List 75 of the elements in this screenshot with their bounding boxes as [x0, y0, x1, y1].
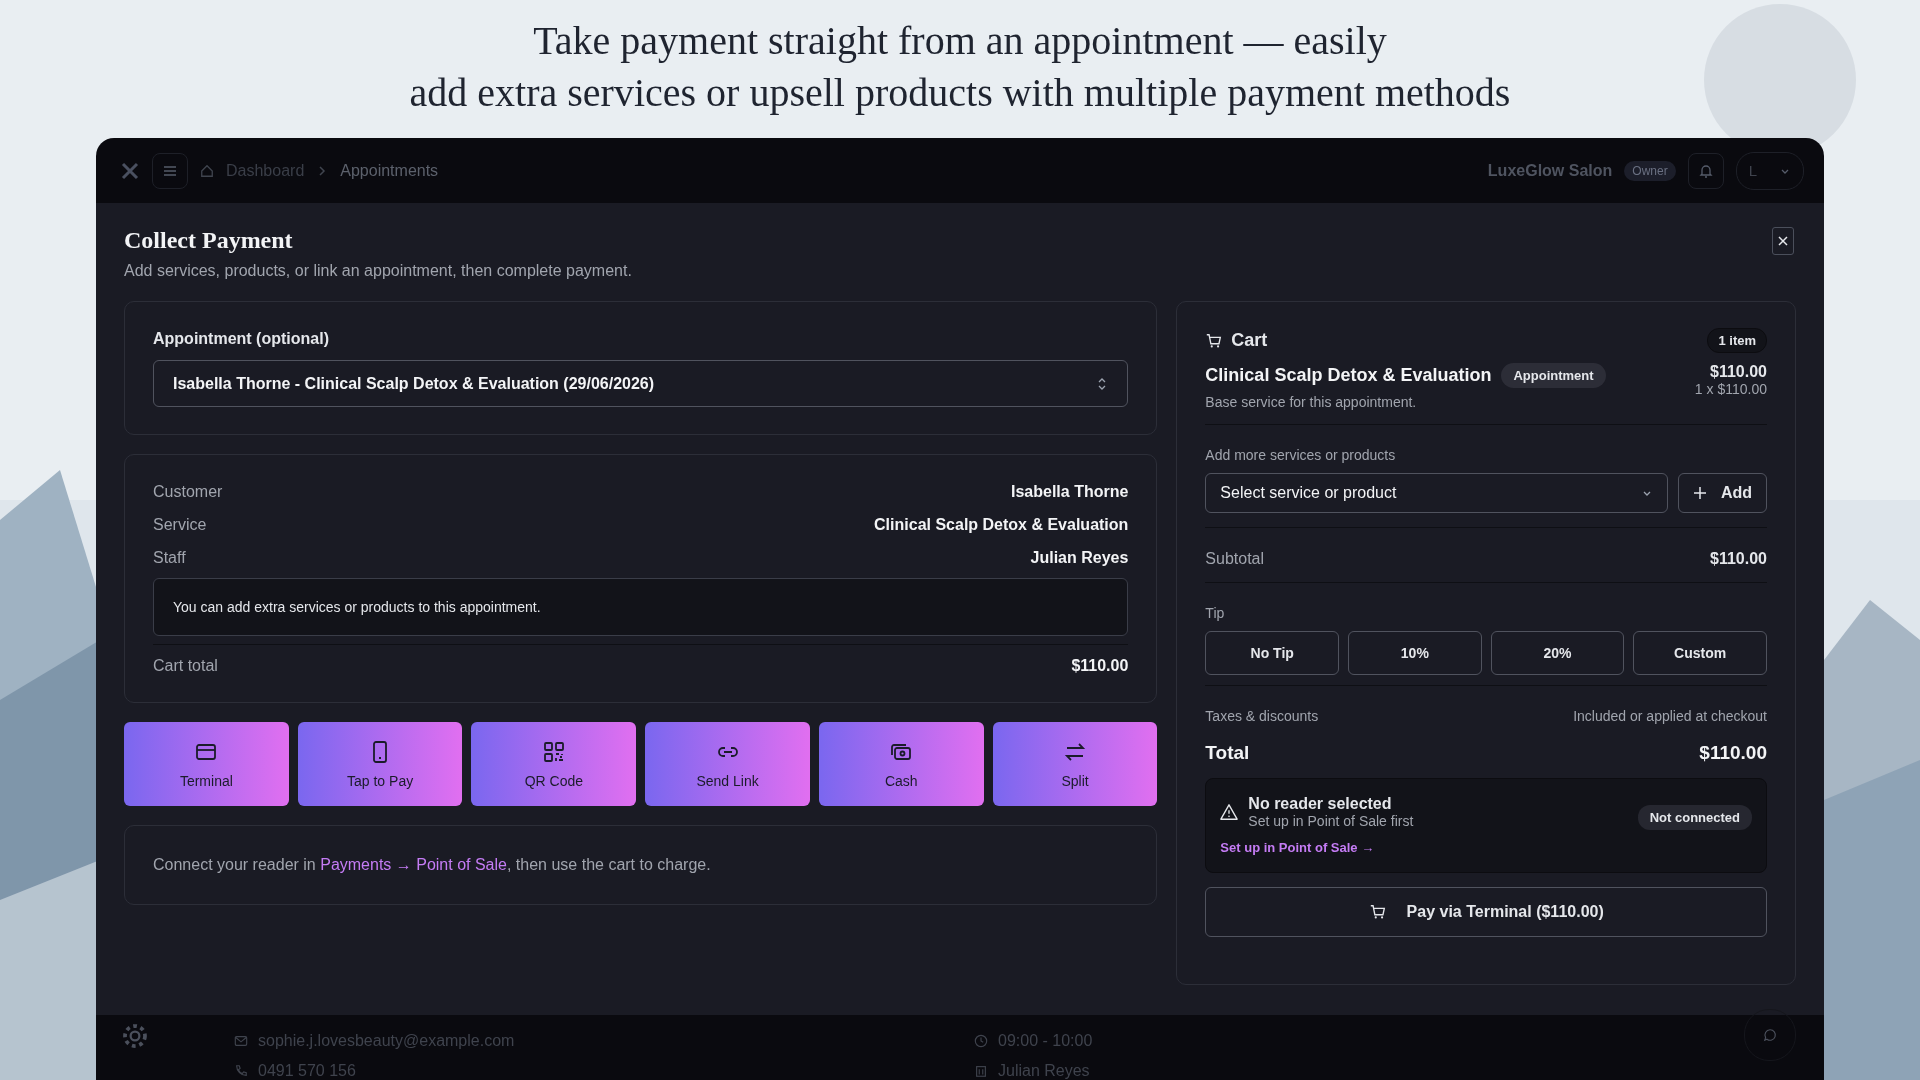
payment-method-button[interactable]: Terminal	[124, 722, 289, 806]
info-note: You can add extra services or products to this appointment.	[153, 578, 1129, 636]
menu-button[interactable]	[152, 152, 188, 189]
item-quantity: 1 x $110.00	[1694, 381, 1767, 397]
detail-value: Clinical Scalp Detox & Evaluation	[874, 515, 1129, 534]
headline: add extra services or upsell products with multiple payment methods	[409, 69, 1511, 117]
field-label: Appointment (optional)	[153, 330, 330, 348]
payment-method-button[interactable]: Cash	[818, 722, 984, 806]
notifications-button[interactable]	[1687, 152, 1724, 189]
service-select[interactable]: Select service or product	[1205, 473, 1668, 513]
item-name: Clinical Scalp Detox & Evaluation	[1205, 365, 1492, 386]
item-price: $110.00	[1709, 363, 1767, 381]
hint-text: Connect your reader in Payments → Point of Sale, then use the cart to charge.	[153, 856, 711, 874]
clock-icon	[974, 1034, 988, 1048]
mail-icon	[234, 1034, 248, 1048]
qr-code-icon	[541, 739, 566, 764]
tip-option-button[interactable]: 20%	[1490, 631, 1625, 675]
detail-value: Isabella Thorne	[1011, 482, 1129, 501]
appointment-select[interactable]: Isabella Thorne - Clinical Scalp Detox & Evaluation (29/06/2026)	[153, 360, 1129, 407]
subtotal-label: Subtotal	[1205, 550, 1265, 568]
taxes-value: Included or applied at checkout	[1573, 708, 1767, 724]
cart-icon	[1368, 903, 1387, 921]
item-note: Base service for this appointment.	[1205, 394, 1418, 410]
customer-phone: 0491 570 156	[258, 1062, 356, 1080]
dialog-subtitle: Add services, products, or link an appointment, then complete payment.	[124, 262, 632, 280]
x-logo-icon	[120, 160, 140, 181]
pay-button[interactable]: Pay via Terminal ($110.00)	[1205, 887, 1767, 937]
add-label: Add more services or products	[1205, 447, 1397, 463]
dialog-title: Collect Payment	[124, 227, 294, 254]
tip-label: Tip	[1205, 605, 1226, 621]
subtotal-value: $110.00	[1710, 550, 1767, 568]
cart-icon	[1205, 331, 1224, 350]
role-badge: Owner	[1624, 160, 1676, 181]
staff-name: Julian Reyes	[998, 1062, 1090, 1080]
headline: Take payment straight from an appointment — easily	[533, 17, 1387, 65]
home-icon	[200, 163, 214, 178]
breadcrumb-current[interactable]: Appointments	[340, 161, 439, 180]
building-icon	[974, 1064, 988, 1078]
cart-total-label: Cart total	[153, 656, 218, 675]
gear-icon	[120, 1021, 150, 1051]
connection-status-badge: Not connected	[1637, 805, 1752, 830]
customer-email: sophie.j.lovesbeauty@example.com	[258, 1032, 515, 1050]
detail-label: Service	[153, 515, 207, 534]
cart-total-value: $110.00	[1071, 656, 1129, 675]
payment-method-button[interactable]: Tap to Pay	[297, 722, 463, 806]
reader-title: No reader selected	[1248, 795, 1393, 813]
setup-link[interactable]: Set up in Point of Sale →	[1220, 840, 1375, 855]
reader-subtitle: Set up in Point of Sale first	[1248, 813, 1414, 829]
phone-icon	[234, 1064, 248, 1078]
appointment-time: 09:00 - 10:00	[998, 1032, 1093, 1050]
chat-icon	[1763, 1028, 1777, 1042]
tip-option-button[interactable]: No Tip	[1205, 631, 1339, 675]
taxes-label: Taxes & discounts	[1205, 708, 1319, 724]
payment-method-button[interactable]: Send Link	[645, 722, 810, 806]
chat-button[interactable]	[1744, 1009, 1796, 1061]
plus-icon	[1692, 486, 1707, 500]
payment-method-button[interactable]: QR Code	[471, 722, 637, 806]
detail-label: Customer	[153, 482, 223, 501]
detail-value: Julian Reyes	[1030, 548, 1129, 567]
close-icon	[1777, 235, 1789, 247]
total-value: $110.00	[1699, 742, 1767, 764]
bell-icon	[1697, 162, 1714, 179]
close-button[interactable]	[1772, 227, 1794, 255]
payment-method-button[interactable]: Split	[992, 722, 1158, 806]
item-count-badge: 1 item	[1707, 328, 1767, 353]
payments-link[interactable]: Payments → Point of Sale	[320, 856, 507, 873]
total-label: Total	[1205, 742, 1250, 764]
warning-icon	[1220, 803, 1239, 821]
tip-option-button[interactable]: Custom	[1633, 631, 1767, 675]
add-button[interactable]: Add	[1677, 473, 1767, 513]
cart-title: Cart	[1231, 330, 1268, 351]
detail-label: Staff	[153, 548, 186, 567]
tip-option-button[interactable]: 10%	[1348, 631, 1482, 675]
appointment-tag: Appointment	[1501, 363, 1606, 388]
salon-name: LuxeGlow Salon	[1487, 161, 1613, 180]
